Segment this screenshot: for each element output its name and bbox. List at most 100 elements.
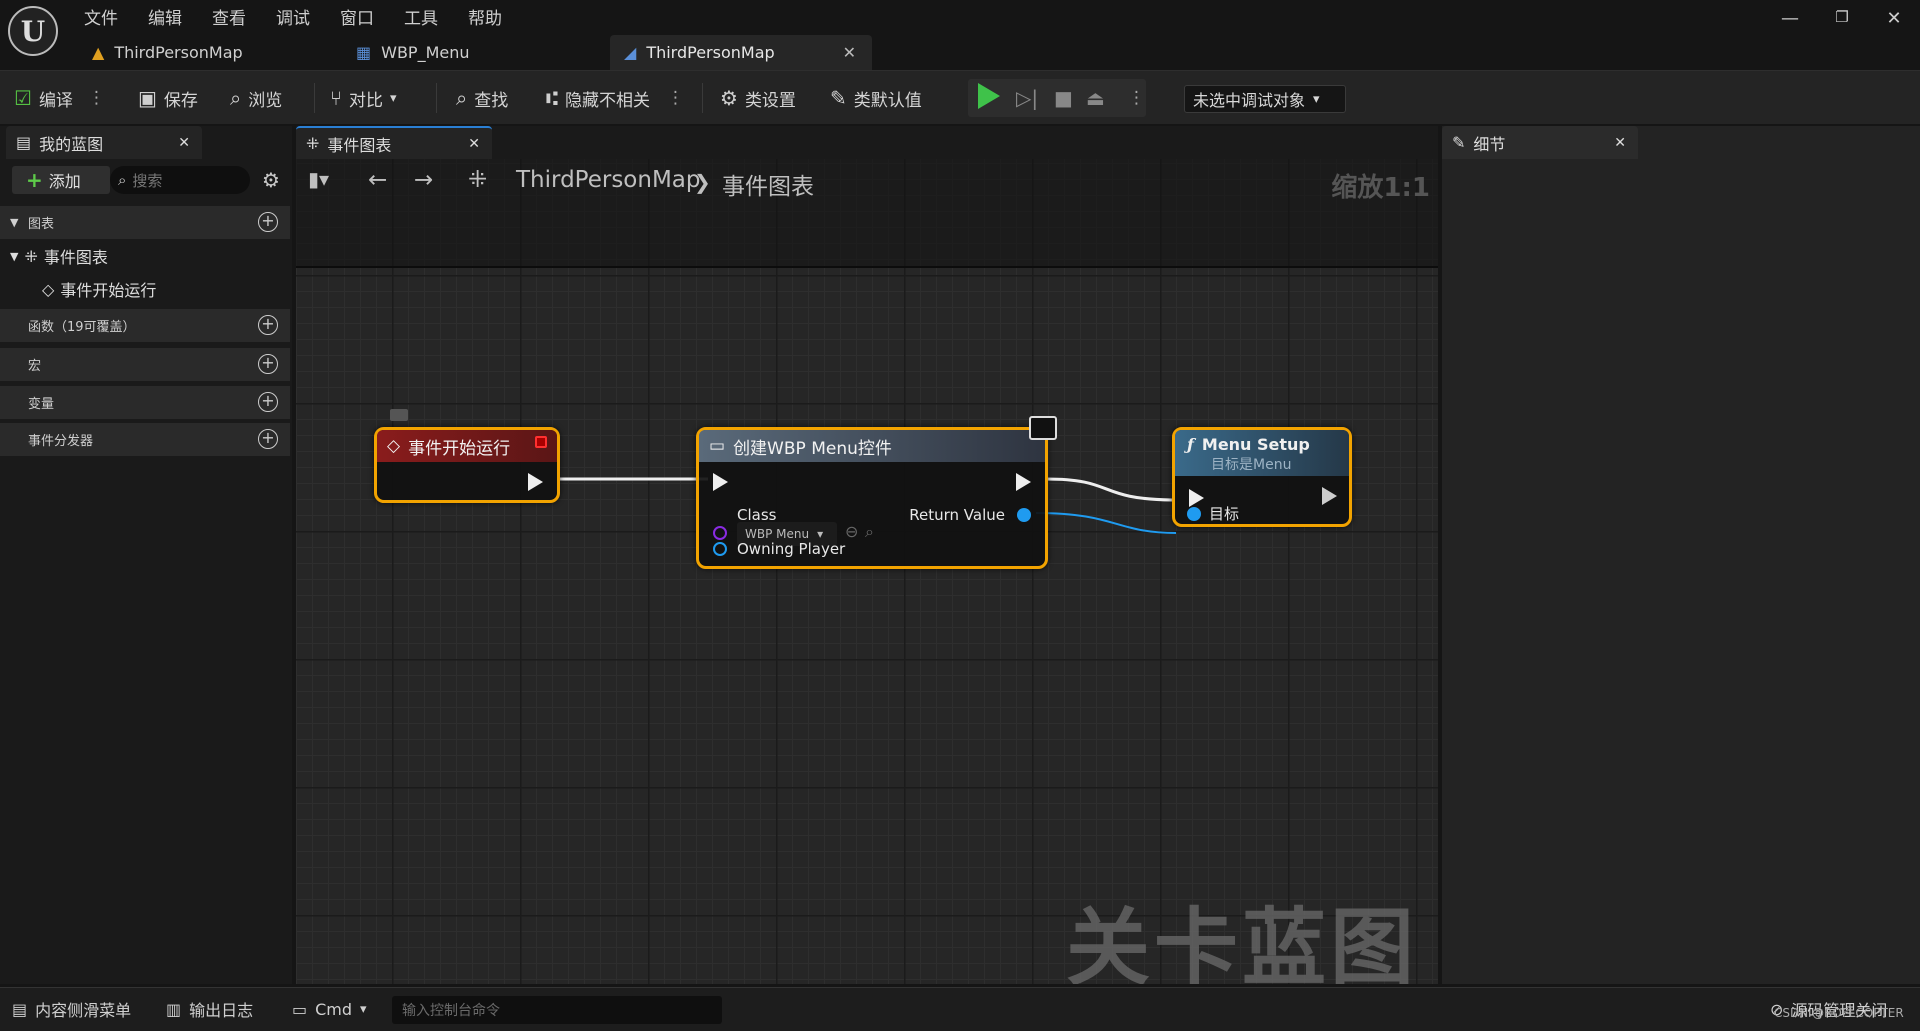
content-drawer-button[interactable]: ▤ 内容侧滑菜单 xyxy=(12,988,131,1030)
terminal-icon: ▭ xyxy=(292,999,308,1019)
add-graph-icon[interactable]: + xyxy=(258,212,278,232)
stop-icon[interactable]: ■ xyxy=(1054,71,1073,125)
close-tab-icon[interactable]: ✕ xyxy=(843,43,856,62)
plus-icon: + xyxy=(26,168,43,192)
search-placeholder: 搜索 xyxy=(132,171,163,190)
step-icon[interactable]: ▷| xyxy=(1016,71,1038,125)
comment-bubble-icon[interactable] xyxy=(390,409,408,421)
class-defaults-button[interactable]: ✎ 类默认值 xyxy=(830,71,922,125)
close-window-icon[interactable]: ✕ xyxy=(1874,8,1914,29)
section-functions[interactable]: 函数（19可覆盖） + xyxy=(0,309,290,342)
compile-button[interactable]: ☑ 编译 ⋮ xyxy=(14,71,105,125)
doc-tab-level-blueprint[interactable]: ◢ ThirdPersonMap ✕ xyxy=(610,35,872,70)
unreal-logo-icon[interactable]: U xyxy=(8,6,58,56)
restore-icon[interactable]: ❐ xyxy=(1822,8,1862,26)
tab-details[interactable]: ✎ 细节 ✕ xyxy=(1442,126,1638,159)
tab-label: 细节 xyxy=(1473,134,1506,154)
close-tab-icon[interactable]: ✕ xyxy=(468,136,480,152)
doc-tab-wbp-menu[interactable]: ▦ WBP_Menu xyxy=(342,35,602,70)
menu-tools[interactable]: 工具 xyxy=(404,4,438,29)
exec-out-pin[interactable] xyxy=(1016,473,1031,491)
class-value: WBP Menu xyxy=(745,527,810,541)
diff-button[interactable]: ⑂ 对比 ▾ xyxy=(330,71,397,125)
add-function-icon[interactable]: + xyxy=(258,315,278,335)
exec-out-pin[interactable] xyxy=(1322,487,1337,505)
save-label: 保存 xyxy=(163,90,198,111)
close-tab-icon[interactable]: ✕ xyxy=(1614,135,1626,151)
add-macro-icon[interactable]: + xyxy=(258,354,278,374)
tab-label: 事件图表 xyxy=(327,135,392,155)
delegate-pin-icon[interactable] xyxy=(535,436,547,448)
save-button[interactable]: ▣ 保存 xyxy=(138,71,198,125)
section-event-dispatchers[interactable]: 事件分发器 + xyxy=(0,423,290,456)
menu-window[interactable]: 窗口 xyxy=(340,4,374,29)
close-tab-icon[interactable]: ✕ xyxy=(178,135,190,151)
console-placeholder: 输入控制台命令 xyxy=(402,1003,500,1019)
node-create-widget[interactable]: ▭ 创建WBP Menu控件 Class WBP Menu ▾ ⊖ ⌕ Retu… xyxy=(696,416,1057,569)
hide-options-icon[interactable]: ⋮ xyxy=(667,88,684,108)
play-options-icon[interactable]: ⋮ xyxy=(1128,71,1145,125)
my-blueprint-panel: ▤ 我的蓝图 ✕ + 添加 ⌕ 搜索 ⚙ ▼ 图表 + ▼ ⁜ 事件图表 ◇ 事… xyxy=(0,126,292,984)
target-pin[interactable] xyxy=(1187,507,1201,521)
hide-unrelated-icon: ⑆ xyxy=(546,86,558,110)
gear-icon[interactable]: ⚙ xyxy=(262,168,280,192)
cmd-select[interactable]: ▭ Cmd ▾ xyxy=(292,988,367,1030)
browse-button[interactable]: ⌕ 浏览 xyxy=(230,71,282,125)
minimize-icon[interactable]: — xyxy=(1770,8,1810,29)
tree-item-event-graph[interactable]: ▼ ⁜ 事件图表 xyxy=(10,244,108,268)
class-pin[interactable] xyxy=(713,526,727,540)
doc-tab-thirdpersonmap[interactable]: ▲ ThirdPersonMap xyxy=(78,35,338,70)
title-bar: U 文件 编辑 查看 调试 窗口 工具 帮助 ▲ ThirdPersonMap … xyxy=(0,0,1920,70)
toolbar-divider xyxy=(702,83,703,113)
graph-icon: ⁜ xyxy=(24,246,38,266)
section-variables[interactable]: 变量 + xyxy=(0,386,290,419)
add-variable-icon[interactable]: + xyxy=(258,392,278,412)
section-graphs[interactable]: ▼ 图表 + xyxy=(0,206,290,239)
menu-file[interactable]: 文件 xyxy=(84,4,118,29)
menu-help[interactable]: 帮助 xyxy=(468,4,502,29)
node-header: ƒ Menu Setup 目标是Menu xyxy=(1175,430,1349,476)
event-graph-canvas[interactable]: ▮▾ ← → ⁜ ThirdPersonMap ❯ 事件图表 缩放1:1 关卡蓝… xyxy=(296,159,1438,984)
menu-view[interactable]: 查看 xyxy=(212,4,246,29)
class-settings-button[interactable]: ⚙ 类设置 xyxy=(720,71,796,125)
toolbar-divider xyxy=(436,83,437,113)
menu-debug[interactable]: 调试 xyxy=(276,4,310,29)
eject-icon[interactable]: ⏏ xyxy=(1086,71,1105,125)
pencil-icon: ✎ xyxy=(1452,133,1466,152)
section-label: 宏 xyxy=(28,359,42,374)
event-diamond-icon: ◇ xyxy=(387,436,401,456)
graph-tab-bar: ⁜ 事件图表 ✕ xyxy=(296,126,1438,159)
tab-event-graph[interactable]: ⁜ 事件图表 ✕ xyxy=(296,126,492,159)
add-button[interactable]: + 添加 xyxy=(12,166,110,194)
exec-in-pin[interactable] xyxy=(713,473,728,491)
doc-tab-label: ThirdPersonMap xyxy=(114,43,243,62)
compile-options-icon[interactable]: ⋮ xyxy=(88,88,105,108)
hide-unrelated-button[interactable]: ⑆ 隐藏不相关 ⋮ xyxy=(546,71,684,125)
details-panel: ✎ 细节 ✕ xyxy=(1442,126,1920,984)
section-macros[interactable]: 宏 + xyxy=(0,348,290,381)
level-icon: ▲ xyxy=(92,43,105,62)
tree-item-begin-play[interactable]: ◇ 事件开始运行 xyxy=(42,277,156,301)
tab-my-blueprint[interactable]: ▤ 我的蓝图 ✕ xyxy=(6,126,202,159)
return-value-pin[interactable] xyxy=(1017,508,1031,522)
output-log-button[interactable]: ▥ 输出日志 xyxy=(166,988,253,1030)
section-label: 函数（19可覆盖） xyxy=(28,320,136,335)
node-event-begin-play[interactable]: ◇ 事件开始运行 xyxy=(374,427,560,503)
console-input[interactable]: 输入控制台命令 xyxy=(392,996,722,1024)
browse-asset-icon[interactable]: ⌕ xyxy=(865,522,874,542)
add-dispatcher-icon[interactable]: + xyxy=(258,429,278,449)
debug-object-select[interactable]: 未选中调试对象 ▾ xyxy=(1184,85,1346,113)
node-menu-setup[interactable]: ƒ Menu Setup 目标是Menu 目标 xyxy=(1172,427,1352,527)
use-selected-asset-icon[interactable]: ⊖ xyxy=(845,522,858,541)
content-drawer-icon: ▤ xyxy=(12,999,28,1019)
find-button[interactable]: ⌕ 查找 xyxy=(456,71,508,125)
exec-out-pin[interactable] xyxy=(528,473,543,491)
menu-edit[interactable]: 编辑 xyxy=(148,4,182,29)
search-input[interactable]: ⌕ 搜索 xyxy=(110,166,250,194)
class-defaults-label: 类默认值 xyxy=(853,90,922,111)
exec-in-pin[interactable] xyxy=(1189,489,1204,507)
chevron-down-icon: ▾ xyxy=(817,527,824,541)
owning-player-pin[interactable] xyxy=(713,542,727,556)
play-icon[interactable] xyxy=(978,83,1000,109)
section-label: 图表 xyxy=(28,217,55,232)
